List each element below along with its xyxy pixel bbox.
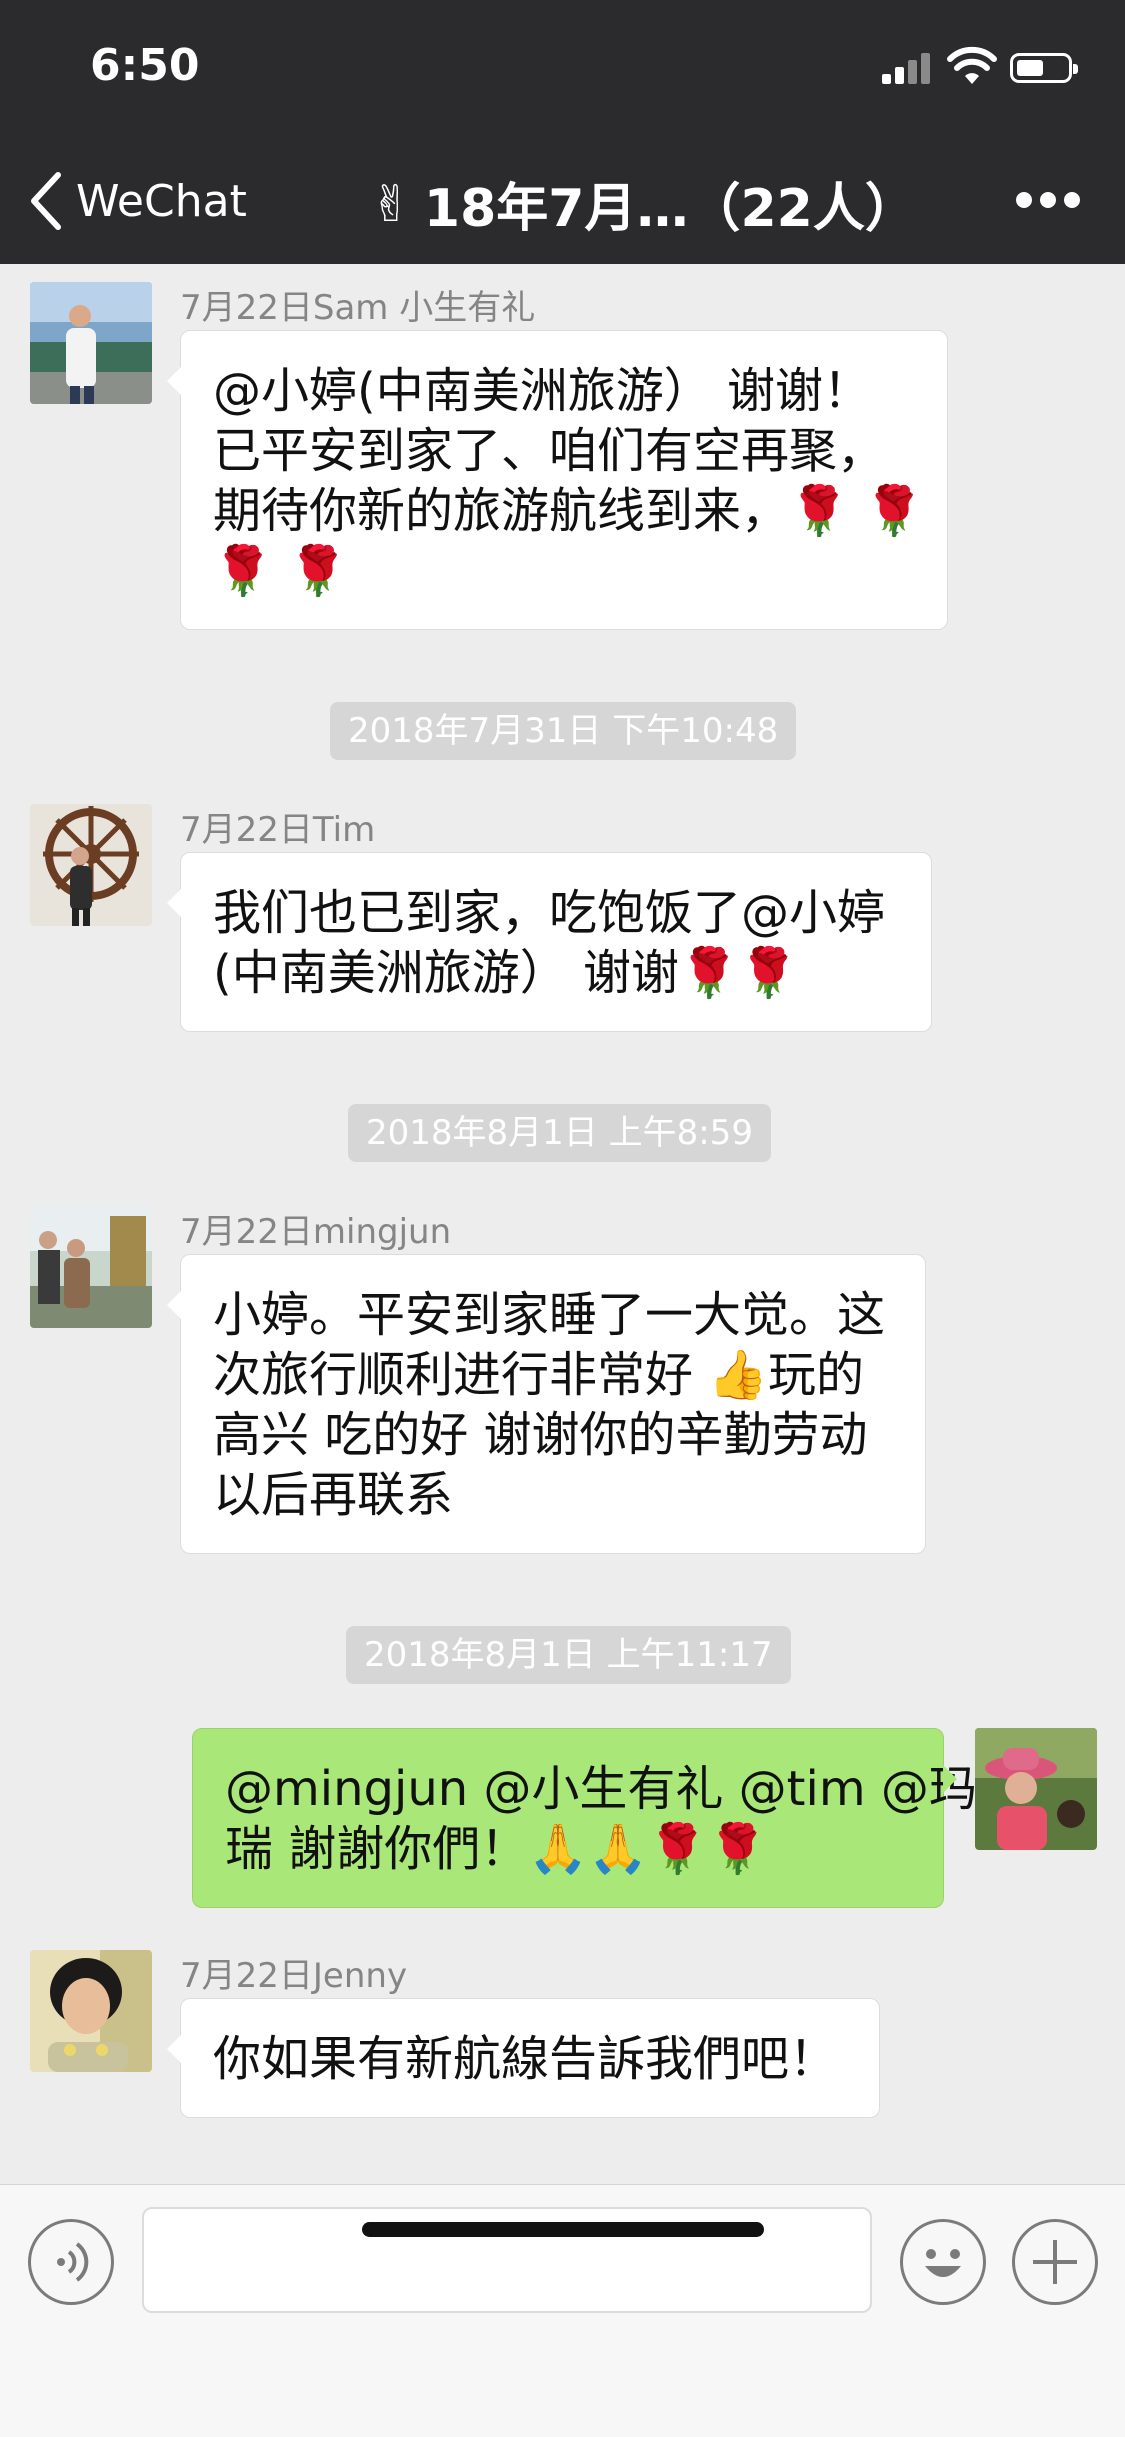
sender-name: 7月22日Jenny — [180, 1956, 408, 1996]
message-bubble[interactable]: 我们也已到家，吃饱饭了@小婷 (中南美洲旅游） 谢谢🌹🌹 — [167, 852, 932, 1032]
battery-icon — [1010, 53, 1078, 83]
message-line: @小婷(中南美洲旅游） 谢谢！ — [213, 363, 871, 419]
message-line: 小婷。平安到家睡了一大觉。这 — [213, 1287, 886, 1343]
plus-icon[interactable] — [1012, 2219, 1098, 2305]
avatar-tim[interactable] — [30, 804, 152, 926]
message-line: 已平安到家了、咱们有空再聚， — [213, 423, 886, 479]
message-line: 你如果有新航線告訴我們吧！ — [213, 2031, 838, 2087]
sender-name: 7月22日mingjun — [180, 1212, 452, 1252]
message-bubble-outgoing[interactable]: @mingjun @小生有礼 @tim @玛 瑞 謝謝你們！🙏🙏🌹🌹 — [192, 1728, 977, 1908]
victory-hand-icon: ✌ — [370, 174, 412, 233]
status-bar: 6:50 — [0, 0, 1125, 138]
message-bubble[interactable]: @小婷(中南美洲旅游） 谢谢！ 已平安到家了、咱们有空再聚， 期待你新的旅游航线… — [167, 330, 948, 630]
ellipsis-icon[interactable] — [1016, 188, 1080, 210]
message-line: 期待你新的旅游航线到来，🌹 🌹 — [213, 483, 924, 539]
back-label: WeChat — [76, 175, 247, 227]
message-line: 🌹 🌹 — [213, 543, 348, 599]
message-bubble[interactable]: 小婷。平安到家睡了一大觉。这 次旅行顺利进行非常好 👍玩的 高兴 吃的好 谢谢你… — [167, 1254, 926, 1554]
message-line: 我们也已到家，吃饱饭了@小婷 — [213, 885, 886, 941]
sender-name: 7月22日Tim — [180, 810, 376, 850]
avatar-self[interactable] — [975, 1728, 1097, 1850]
message-line: @mingjun @小生有礼 @tim @玛 — [225, 1761, 977, 1817]
cellular-signal-icon — [882, 52, 932, 84]
message-line: 以后再联系 — [213, 1467, 454, 1523]
message-line: 次旅行顺利进行非常好 👍玩的 — [213, 1347, 865, 1403]
home-indicator[interactable] — [362, 2222, 764, 2237]
chevron-left-icon — [31, 172, 61, 230]
chat-title-text: 18年7月…（22人） — [423, 179, 917, 239]
message-line: 瑞 謝謝你們！🙏🙏🌹🌹 — [225, 1821, 768, 1877]
timestamp-divider: 2018年8月1日 上午11:17 — [346, 1626, 791, 1684]
message-line: 高兴 吃的好 谢谢你的辛勤劳动 — [213, 1407, 868, 1463]
avatar-mingjun[interactable] — [30, 1206, 152, 1328]
avatar-sam[interactable] — [30, 282, 152, 404]
avatar-jenny[interactable] — [30, 1950, 152, 2072]
chat-title: ✌ 18年7月…（22人） — [370, 166, 917, 241]
wifi-icon — [947, 46, 997, 84]
voice-icon[interactable] — [28, 2219, 114, 2305]
timestamp-divider: 2018年7月31日 下午10:48 — [330, 702, 797, 760]
message-bubble[interactable]: 你如果有新航線告訴我們吧！ — [167, 1998, 880, 2118]
chat-history[interactable]: 7月22日Sam 小生有礼 @小婷(中南美洲旅游） 谢谢！ 已平安到家了、咱们有… — [0, 264, 1125, 2184]
status-time: 6:50 — [90, 40, 200, 91]
timestamp-divider: 2018年8月1日 上午8:59 — [348, 1104, 771, 1162]
message-line: (中南美洲旅游） 谢谢🌹🌹 — [213, 945, 799, 1001]
back-button[interactable]: WeChat — [28, 168, 247, 234]
emoji-icon[interactable] — [900, 2219, 986, 2305]
nav-bar: WeChat ✌ 18年7月…（22人） — [0, 138, 1125, 264]
sender-name: 7月22日Sam 小生有礼 — [180, 288, 536, 328]
